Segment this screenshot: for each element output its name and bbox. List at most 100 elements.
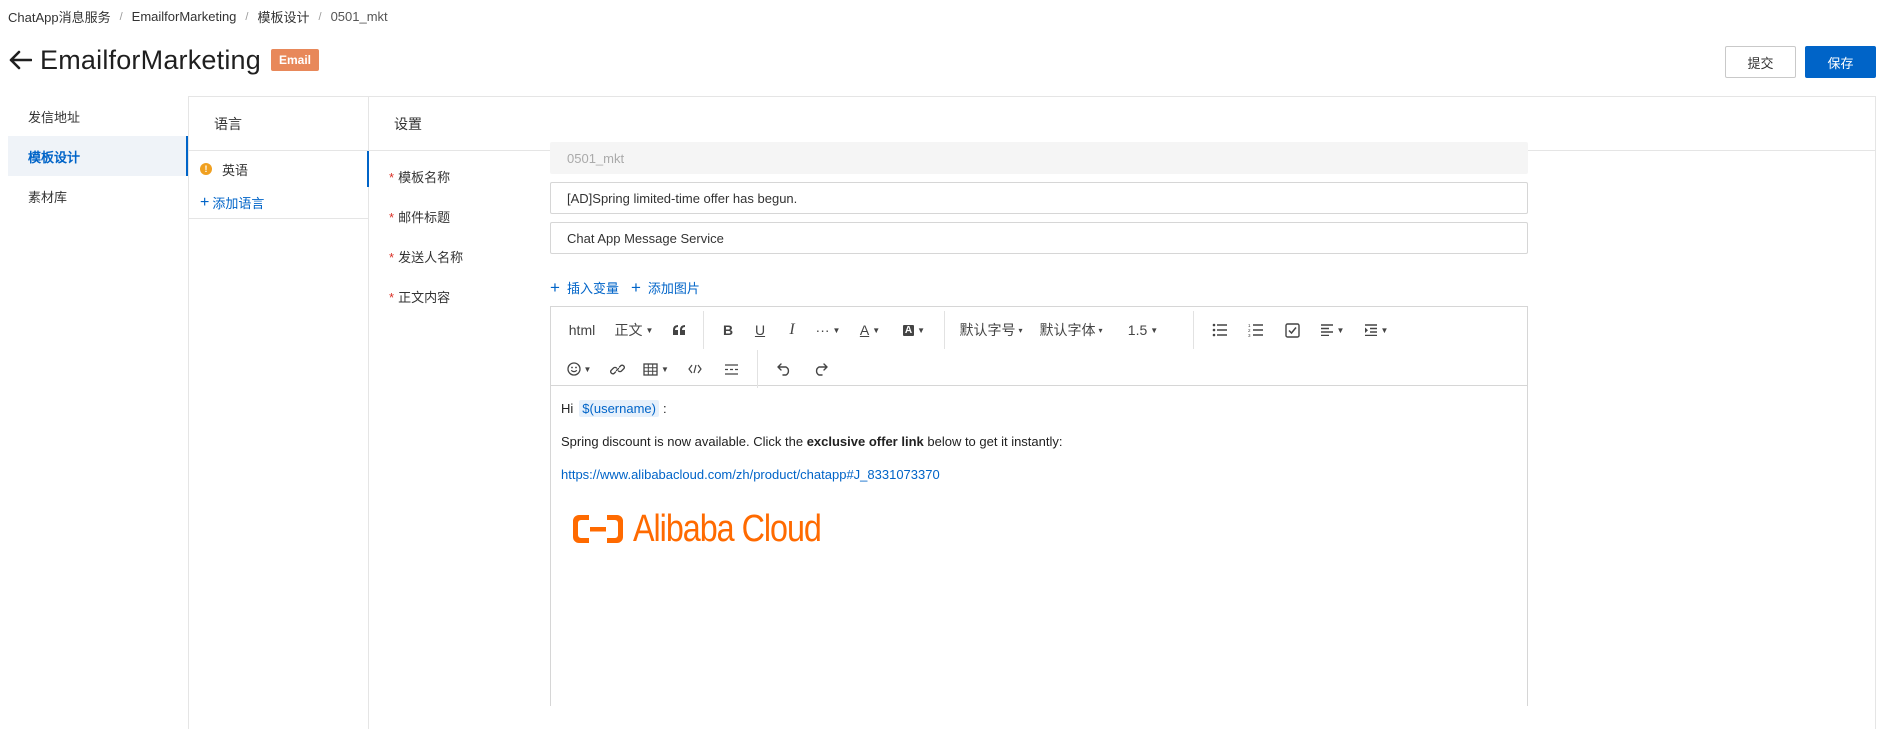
background-color-icon: A xyxy=(902,324,915,336)
subject-label-text: 邮件标题 xyxy=(398,210,451,225)
caret-down-icon: ▼ xyxy=(832,325,841,335)
sender-name-input[interactable]: Chat App Message Service xyxy=(550,222,1528,254)
offer-link-line: https://www.alibabacloud.com/zh/product/… xyxy=(561,468,1517,482)
sender-name-label: * 发送人名称 xyxy=(389,247,463,266)
subject-label: * 邮件标题 xyxy=(389,207,450,226)
breadcrumb: ChatApp消息服务 / EmailforMarketing / 模板设计 /… xyxy=(8,7,388,26)
required-mark: * xyxy=(389,170,395,185)
more-options-dropdown[interactable]: ··· ▼ xyxy=(808,316,848,344)
underline-icon[interactable]: U xyxy=(744,316,776,344)
alibaba-cloud-logo[interactable]: Alibaba Cloud xyxy=(571,508,1517,550)
font-size-dropdown[interactable]: 默认字号 ▾ xyxy=(953,316,1029,344)
paragraph-format-label: 正文 xyxy=(614,322,643,338)
indent-dropdown[interactable]: ▼ xyxy=(1354,316,1398,344)
link-icon[interactable] xyxy=(599,355,635,383)
submit-button[interactable]: 提交 xyxy=(1725,46,1796,78)
body-label-text: 正文内容 xyxy=(398,290,451,305)
alibaba-cloud-logo-icon xyxy=(573,515,623,543)
breadcrumb-item-chatapp[interactable]: ChatApp消息服务 xyxy=(8,7,111,26)
toolbar-divider xyxy=(944,311,945,349)
nav-item-label: 模板设计 xyxy=(28,149,81,165)
numbered-list-icon[interactable]: 123 xyxy=(1238,316,1274,344)
required-mark: * xyxy=(389,210,395,225)
redo-icon[interactable] xyxy=(802,355,838,383)
italic-icon[interactable]: I xyxy=(776,316,808,344)
breadcrumb-item-current: 0501_mkt xyxy=(330,9,388,24)
page-title: EmailforMarketing xyxy=(40,44,261,75)
font-family-dropdown[interactable]: 默认字体 ▾ xyxy=(1029,316,1113,344)
template-panel: 语言 ! 英语 + 添加语言 设置 * 模板名称 0501_mkt * 邮件标题 [… xyxy=(188,96,1876,729)
nav-item-label: 发信地址 xyxy=(28,109,81,125)
indent-icon xyxy=(1364,324,1377,336)
toolbar-divider xyxy=(757,350,758,388)
add-language-button[interactable]: + 添加语言 xyxy=(189,187,368,219)
insert-variable-label: 插入变量 xyxy=(566,281,619,296)
background-color-dropdown[interactable]: A ▼ xyxy=(892,316,936,344)
nav-item-sender-address[interactable]: 发信地址 xyxy=(8,96,188,136)
horizontal-divider-icon[interactable] xyxy=(713,355,749,383)
add-image-button[interactable]: + 添加图片 xyxy=(631,278,700,297)
alibaba-cloud-logo-text: Alibaba Cloud xyxy=(633,508,822,550)
line-height-dropdown[interactable]: 1.5 ▼ xyxy=(1113,316,1173,344)
nav-item-template-design[interactable]: 模板设计 xyxy=(8,136,188,176)
align-dropdown[interactable]: ▼ xyxy=(1310,316,1354,344)
blockquote-icon[interactable] xyxy=(663,316,695,344)
toolbar-divider xyxy=(703,311,704,349)
bold-icon[interactable]: B xyxy=(712,316,744,344)
font-color-icon: A xyxy=(859,322,870,338)
table-icon xyxy=(643,362,658,376)
caret-down-icon: ▼ xyxy=(645,325,654,335)
caret-down-icon: ▼ xyxy=(661,364,669,374)
more-label: ··· xyxy=(815,322,830,338)
warning-icon: ! xyxy=(200,163,212,175)
emoji-dropdown[interactable]: ▼ xyxy=(559,355,599,383)
plus-icon: + xyxy=(550,278,560,297)
offer-line: Spring discount is now available. Click … xyxy=(561,435,1517,449)
page-header: EmailforMarketing Email xyxy=(6,42,319,78)
template-name-label-text: 模板名称 xyxy=(398,170,451,185)
table-dropdown[interactable]: ▼ xyxy=(635,355,677,383)
body-label: * 正文内容 xyxy=(389,287,450,306)
offer-text-before: Spring discount is now available. Click … xyxy=(561,434,807,449)
insert-links: + 插入变量 + 添加图片 xyxy=(550,278,700,297)
code-icon[interactable] xyxy=(677,355,713,383)
template-name-label: * 模板名称 xyxy=(389,167,450,186)
html-mode-button[interactable]: html xyxy=(559,316,605,344)
caret-down-icon: ▼ xyxy=(917,325,926,335)
plus-icon: + xyxy=(200,193,210,211)
svg-text:3: 3 xyxy=(1248,333,1251,337)
bulleted-list-icon[interactable] xyxy=(1202,316,1238,344)
toolbar-row-2: ▼ ▼ xyxy=(559,350,838,388)
editor-content[interactable]: Hi $(username): Spring discount is now av… xyxy=(551,386,1527,562)
font-color-dropdown[interactable]: A ▼ xyxy=(848,316,892,344)
settings-column: 设置 * 模板名称 0501_mkt * 邮件标题 [AD]Spring limit… xyxy=(369,97,1875,729)
paragraph-format-dropdown[interactable]: 正文 ▼ xyxy=(605,316,663,344)
required-mark: * xyxy=(389,250,395,265)
editor-toolbar: html 正文 ▼ B U I ··· ▼ A ▼ A ▼ 默认字号 ▾ 默认字体 ▾ 1.… xyxy=(551,307,1527,388)
checklist-icon[interactable] xyxy=(1274,316,1310,344)
save-button[interactable]: 保存 xyxy=(1805,46,1876,78)
undo-icon[interactable] xyxy=(766,355,802,383)
back-arrow-icon[interactable] xyxy=(6,46,34,74)
language-label: 英语 xyxy=(222,162,249,178)
breadcrumb-separator: / xyxy=(119,10,123,23)
breadcrumb-item-template-design[interactable]: 模板设计 xyxy=(257,7,309,26)
insert-variable-button[interactable]: + 插入变量 xyxy=(550,278,619,297)
subject-input[interactable]: [AD]Spring limited-time offer has begun. xyxy=(550,182,1528,214)
offer-text-after: below to get it instantly: xyxy=(923,434,1063,449)
template-name-input: 0501_mkt xyxy=(550,142,1528,174)
language-column: 语言 ! 英语 + 添加语言 xyxy=(189,97,369,729)
offer-link[interactable]: https://www.alibabacloud.com/zh/product/… xyxy=(561,467,940,482)
username-variable[interactable]: $(username) xyxy=(579,400,659,417)
caret-down-icon: ▾ xyxy=(1098,325,1103,335)
nav-item-material-library[interactable]: 素材库 xyxy=(8,176,188,216)
offer-text-bold: exclusive offer link xyxy=(806,434,924,449)
breadcrumb-item-emailformarketing[interactable]: EmailforMarketing xyxy=(132,9,237,24)
nav-item-label: 素材库 xyxy=(28,189,68,205)
add-image-label: 添加图片 xyxy=(647,281,700,296)
caret-down-icon: ▼ xyxy=(583,364,592,374)
language-item-english[interactable]: ! 英语 xyxy=(189,151,369,187)
caret-down-icon: ▾ xyxy=(1018,325,1023,335)
breadcrumb-separator: / xyxy=(245,10,249,23)
align-left-icon xyxy=(1320,324,1333,336)
